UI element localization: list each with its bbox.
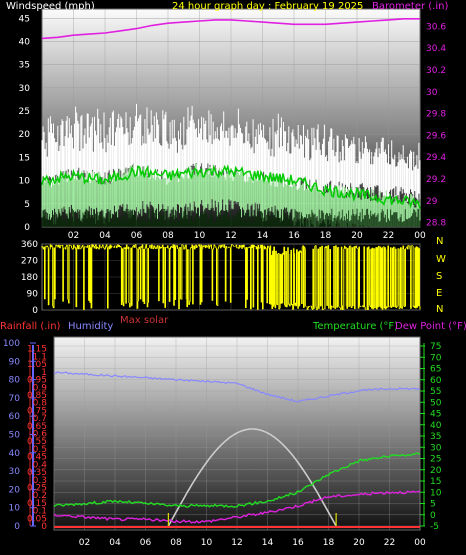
humidity-tick-label: 80 bbox=[9, 376, 21, 386]
humidity-tick-label: 100 bbox=[3, 339, 20, 349]
x-tick-label: 00 bbox=[414, 231, 426, 241]
temperature-tick-label: 0 bbox=[430, 511, 436, 521]
x-tick-label: 06 bbox=[131, 231, 143, 241]
x-tick-label: 14 bbox=[257, 231, 269, 241]
x-tick-label: 00 bbox=[414, 538, 426, 548]
temperature-tick-label: 50 bbox=[430, 398, 442, 408]
y-tick-label: 180 bbox=[21, 273, 38, 283]
y-tick-label: 45 bbox=[19, 14, 30, 24]
x-tick-label: 04 bbox=[99, 231, 111, 241]
temperature-tick-label: 5 bbox=[430, 500, 436, 510]
direction-label: N bbox=[436, 304, 443, 315]
y-right-tick-label: 30.6 bbox=[426, 22, 446, 32]
temperature-tick-label: 25 bbox=[430, 455, 441, 465]
temperature-tick-label: 60 bbox=[430, 376, 442, 386]
y-right-tick-label: 29 bbox=[426, 197, 438, 207]
humidity-tick-label: 60 bbox=[9, 412, 21, 422]
direction-label: W bbox=[436, 254, 446, 265]
windspeed-axis-label: Windspeed (mph) bbox=[6, 1, 95, 12]
y-tick-label: 0 bbox=[32, 306, 38, 316]
y-tick-label: 90 bbox=[27, 290, 39, 300]
x-tick-label: 18 bbox=[320, 231, 332, 241]
y-right-tick-label: 30.4 bbox=[426, 44, 446, 54]
dew-point-axis-label: Dew Point (°F) bbox=[395, 321, 466, 332]
y-right-tick-label: 29.4 bbox=[426, 153, 446, 163]
y-right-tick-label: 28.8 bbox=[426, 219, 446, 229]
humidity-tick-label: 10 bbox=[9, 504, 21, 514]
x-tick-label: 10 bbox=[194, 231, 206, 241]
temperature-tick-label: -5 bbox=[430, 522, 439, 532]
humidity-tick-label: 20 bbox=[9, 485, 21, 495]
y-right-tick-label: 30 bbox=[426, 88, 438, 98]
x-tick-label: 20 bbox=[351, 231, 363, 241]
y-tick-label: 15 bbox=[19, 153, 30, 163]
y-right-tick-label: 30.2 bbox=[426, 66, 446, 76]
temperature-tick-label: 55 bbox=[430, 387, 441, 397]
temperature-tick-label: 75 bbox=[430, 342, 441, 352]
rainfall-tick-label: 1.15 bbox=[27, 345, 47, 355]
y-tick-label: 30 bbox=[19, 84, 31, 94]
x-tick-label: 18 bbox=[323, 538, 335, 548]
temperature-tick-label: 65 bbox=[430, 365, 441, 375]
direction-label: E bbox=[436, 288, 442, 299]
temperature-tick-label: 70 bbox=[430, 353, 442, 363]
y-right-tick-label: 29.8 bbox=[426, 110, 446, 120]
humidity-tick-label: 70 bbox=[9, 394, 21, 404]
direction-label: S bbox=[436, 271, 442, 282]
x-tick-label: 08 bbox=[170, 538, 182, 548]
y-tick-label: 270 bbox=[21, 257, 38, 267]
y-tick-label: 40 bbox=[19, 37, 31, 47]
x-tick-label: 14 bbox=[262, 538, 274, 548]
x-tick-label: 16 bbox=[288, 231, 300, 241]
x-tick-label: 10 bbox=[201, 538, 213, 548]
barometer-axis-label: Barometer (.in) bbox=[372, 1, 448, 12]
temperature-tick-label: 10 bbox=[430, 488, 442, 498]
temperature-tick-label: 40 bbox=[430, 421, 442, 431]
humidity-tick-label: 50 bbox=[9, 431, 21, 441]
y-tick-label: 20 bbox=[19, 130, 31, 140]
x-tick-label: 08 bbox=[162, 231, 174, 241]
y-tick-label: 0 bbox=[24, 223, 30, 233]
y-right-tick-label: 29.2 bbox=[426, 175, 446, 185]
y-tick-label: 25 bbox=[19, 107, 30, 117]
humidity-tick-label: 40 bbox=[9, 449, 21, 459]
temperature-tick-label: 35 bbox=[430, 432, 441, 442]
y-tick-label: 10 bbox=[19, 177, 31, 187]
y-tick-label: 5 bbox=[24, 200, 30, 210]
y-tick-label: 360 bbox=[21, 240, 38, 250]
weather-graph: 051015202530354045 28.82929.229.429.629.… bbox=[0, 1, 466, 548]
x-tick-label: 02 bbox=[79, 538, 90, 548]
temperature-tick-label: 20 bbox=[430, 466, 442, 476]
x-tick-label: 20 bbox=[353, 538, 365, 548]
x-tick-label: 04 bbox=[109, 538, 121, 548]
x-tick-label: 06 bbox=[140, 538, 152, 548]
temperature-tick-label: 45 bbox=[430, 410, 441, 420]
chart-title: 24 hour graph day : February 19 2025 bbox=[172, 1, 363, 12]
direction-label: N bbox=[436, 236, 443, 247]
y-right-tick-label: 29.6 bbox=[426, 131, 446, 141]
humidity-tick-label: 30 bbox=[9, 467, 21, 477]
max-solar-label: Max solar bbox=[120, 315, 169, 326]
humidity-tick-label: 0 bbox=[14, 522, 20, 532]
temperature-tick-label: 30 bbox=[430, 443, 442, 453]
humidity-tick-label: 90 bbox=[9, 357, 21, 367]
temperature-tick-label: 15 bbox=[430, 477, 441, 487]
x-tick-label: 16 bbox=[292, 538, 304, 548]
x-tick-label: 22 bbox=[383, 231, 394, 241]
humidity-axis-label: Humidity bbox=[68, 321, 113, 332]
x-tick-label: 22 bbox=[384, 538, 395, 548]
temperature-axis-label: Temperature (°F) bbox=[312, 321, 398, 332]
x-tick-label: 12 bbox=[231, 538, 242, 548]
y-tick-label: 35 bbox=[19, 61, 30, 71]
rainfall-axis-label: Rainfall (.in) bbox=[0, 321, 61, 332]
x-tick-label: 02 bbox=[68, 231, 79, 241]
x-tick-label: 12 bbox=[225, 231, 236, 241]
